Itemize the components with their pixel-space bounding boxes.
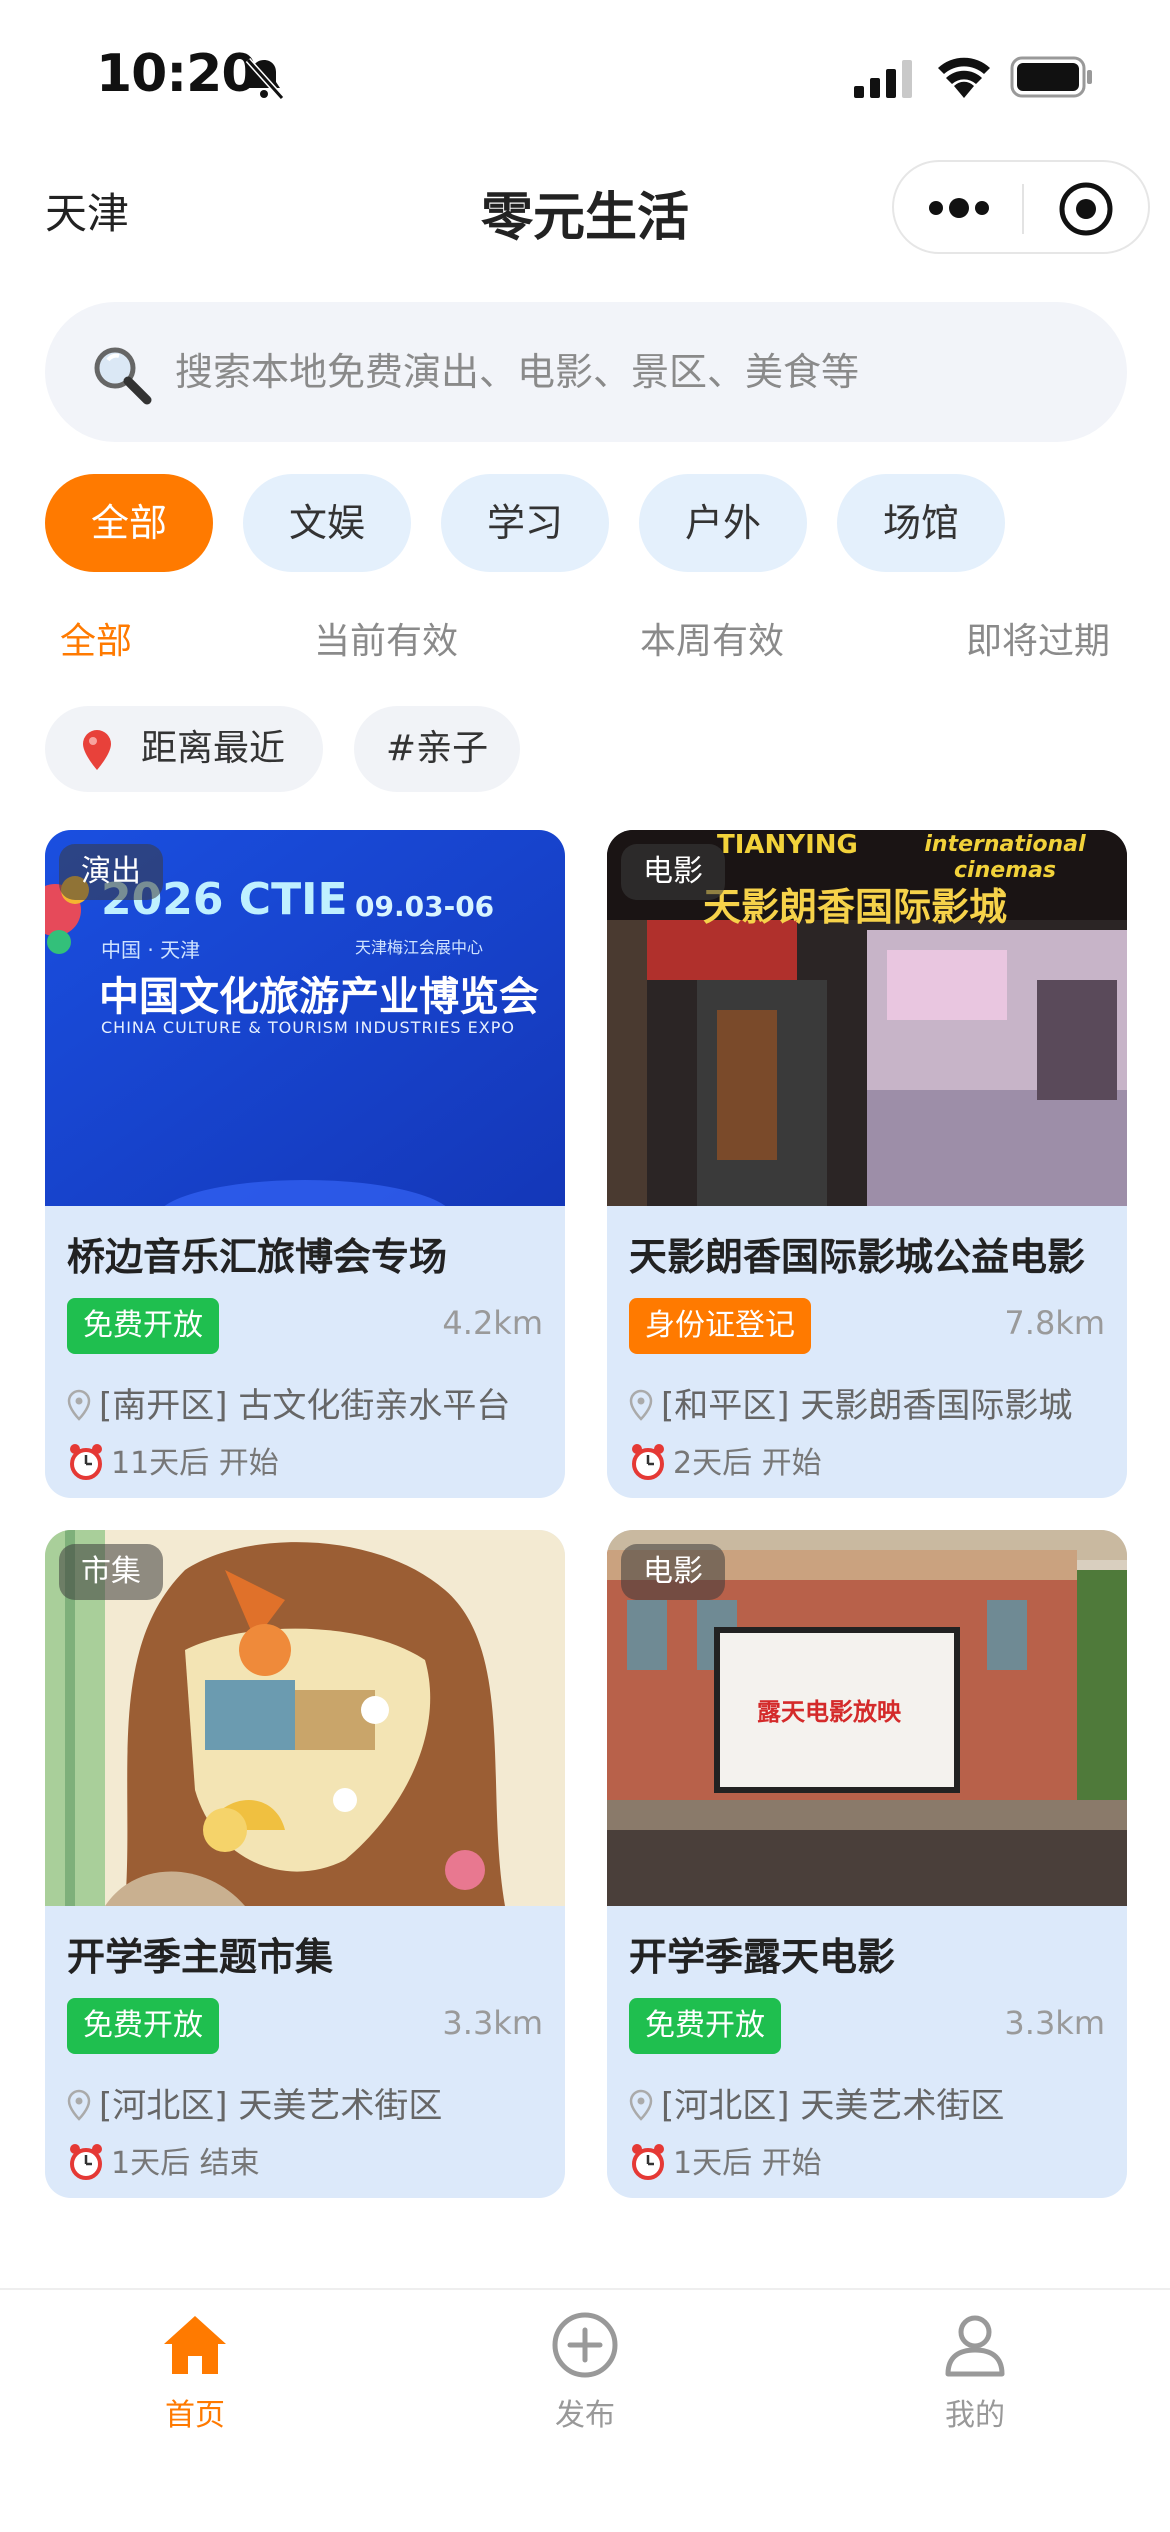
miniprogram-capsule: [892, 160, 1150, 254]
tab-mine-label: 我的: [945, 2398, 1005, 2433]
category-chip-all[interactable]: 全部: [45, 474, 213, 572]
event-image: TIANYING international cinemas 天影朗香国际影城 …: [607, 830, 1127, 1206]
access-pill: 身份证登记: [629, 1298, 811, 1354]
event-location: [南开区] 古文化街亲水平台: [67, 1378, 510, 1427]
search-bar[interactable]: [45, 302, 1127, 442]
cellular-signal-icon: [854, 60, 912, 98]
home-icon: [164, 2316, 226, 2374]
event-time: 1天后 开始: [629, 2138, 822, 2182]
access-pill: 免费开放: [67, 1298, 219, 1354]
event-title: 天影朗香国际影城公益电影: [629, 1235, 1086, 1279]
event-location: [和平区] 天影朗香国际影城: [629, 1378, 1072, 1427]
event-time: 11天后 开始: [67, 1438, 279, 1482]
more-icon[interactable]: [924, 184, 994, 232]
search-input[interactable]: [175, 336, 1075, 408]
event-location-text: [和平区] 天影朗香国际影城: [661, 1386, 1073, 1426]
bell-off-icon: [245, 57, 285, 101]
event-time-text: 1天后 开始: [673, 2146, 822, 2181]
wifi-icon: [938, 57, 990, 98]
poster-sub: 中国 · 天津: [101, 938, 201, 962]
plus-circle-icon: [552, 2312, 618, 2378]
event-location: [河北区] 天美艺术街区: [629, 2078, 1004, 2127]
user-icon: [945, 2315, 1005, 2377]
tab-home[interactable]: 首页: [0, 2290, 390, 2460]
category-chip-learning[interactable]: 学习: [441, 474, 609, 572]
event-card[interactable]: 市集 开学季主题市集 免费开放 3.3km [河北区] 天美艺术街区 1天后 结…: [45, 1530, 565, 2198]
event-distance: 3.3km: [442, 2004, 543, 2042]
category-chip-venue[interactable]: 场馆: [837, 474, 1005, 572]
event-card[interactable]: 2026 CTIE 09.03-06 中国 · 天津 天津梅江会展中心 中国文化…: [45, 830, 565, 1498]
event-location: [河北区] 天美艺术街区: [67, 2078, 442, 2127]
tab-publish-label: 发布: [555, 2398, 615, 2433]
location-outline-icon: [629, 2089, 653, 2121]
poster-cn-title: 中国文化旅游产业博览会: [99, 974, 539, 1020]
status-bar: 10:20: [0, 0, 1170, 150]
poster-venue: 天津梅江会展中心: [355, 938, 484, 957]
poster-date: 09.03-06: [355, 890, 495, 923]
location-outline-icon: [629, 1389, 653, 1421]
event-time: 2天后 开始: [629, 1438, 822, 1482]
event-time-text: 2天后 开始: [673, 1446, 822, 1481]
category-chip-entertainment[interactable]: 文娱: [243, 474, 411, 572]
event-title: 开学季主题市集: [67, 1935, 334, 1979]
event-time-text: 1天后 结束: [111, 2146, 260, 2181]
event-distance: 7.8km: [1004, 1304, 1105, 1342]
event-time: 1天后 结束: [67, 2138, 260, 2182]
event-title: 开学季露天电影: [629, 1935, 896, 1979]
category-badge: 演出: [59, 844, 163, 900]
category-badge: 电影: [621, 844, 725, 900]
access-pill: 免费开放: [67, 1998, 219, 2054]
time-filter-current[interactable]: 当前有效: [314, 612, 458, 664]
close-miniprogram-icon[interactable]: [1057, 180, 1115, 238]
event-time-text: 11天后 开始: [111, 1446, 279, 1481]
event-distance: 4.2km: [442, 1304, 543, 1342]
search-icon: [94, 347, 152, 405]
poster-en-title: CHINA CULTURE & TOURISM INDUSTRIES EXPO: [101, 1018, 515, 1037]
event-image: 市集: [45, 1530, 565, 1906]
time-filter-this-week[interactable]: 本周有效: [640, 612, 784, 664]
tag-nearest[interactable]: 距离最近: [45, 706, 323, 792]
alarm-clock-icon: [632, 1444, 664, 1480]
event-location-text: [南开区] 古文化街亲水平台: [99, 1386, 511, 1426]
alarm-clock-icon: [632, 2144, 664, 2180]
tab-mine[interactable]: 我的: [780, 2290, 1170, 2460]
event-image: 2026 CTIE 09.03-06 中国 · 天津 天津梅江会展中心 中国文化…: [45, 830, 565, 1206]
cinema-sign: 天影朗香国际影城: [703, 885, 1008, 929]
access-pill: 免费开放: [629, 1998, 781, 2054]
cinema-brand-en: TIANYING: [717, 830, 858, 860]
time-filter-all[interactable]: 全部: [60, 612, 132, 664]
event-card[interactable]: TIANYING international cinemas 天影朗香国际影城 …: [607, 830, 1127, 1498]
tab-home-label: 首页: [165, 2398, 225, 2433]
category-badge: 市集: [59, 1544, 163, 1600]
category-chip-outdoor[interactable]: 户外: [639, 474, 807, 572]
tab-publish[interactable]: 发布: [390, 2290, 780, 2460]
event-title: 桥边音乐汇旅博会专场: [67, 1235, 448, 1279]
event-location-text: [河北区] 天美艺术街区: [661, 2086, 1005, 2126]
category-badge: 电影: [621, 1544, 725, 1600]
tag-nearest-label: 距离最近: [141, 728, 286, 769]
location-outline-icon: [67, 1389, 91, 1421]
bottom-tab-bar: 首页 发布 我的: [0, 2288, 1170, 2532]
event-location-text: [河北区] 天美艺术街区: [99, 2086, 443, 2126]
status-time: 10:20: [96, 44, 258, 104]
event-distance: 3.3km: [1004, 2004, 1105, 2042]
battery-icon: [1010, 56, 1092, 98]
screen-text: 露天电影放映: [757, 1698, 901, 1726]
event-image: 露天电影放映 电影: [607, 1530, 1127, 1906]
location-outline-icon: [67, 2089, 91, 2121]
capsule-divider: [1022, 184, 1024, 234]
tag-family[interactable]: #亲子: [354, 706, 520, 792]
location-pin-icon: [83, 730, 111, 770]
alarm-clock-icon: [70, 1444, 102, 1480]
time-filter-expiring[interactable]: 即将过期: [966, 612, 1110, 664]
event-card[interactable]: 露天电影放映 电影 开学季露天电影 免费开放 3.3km [河北区] 天美艺术街…: [607, 1530, 1127, 2198]
alarm-clock-icon: [70, 2144, 102, 2180]
